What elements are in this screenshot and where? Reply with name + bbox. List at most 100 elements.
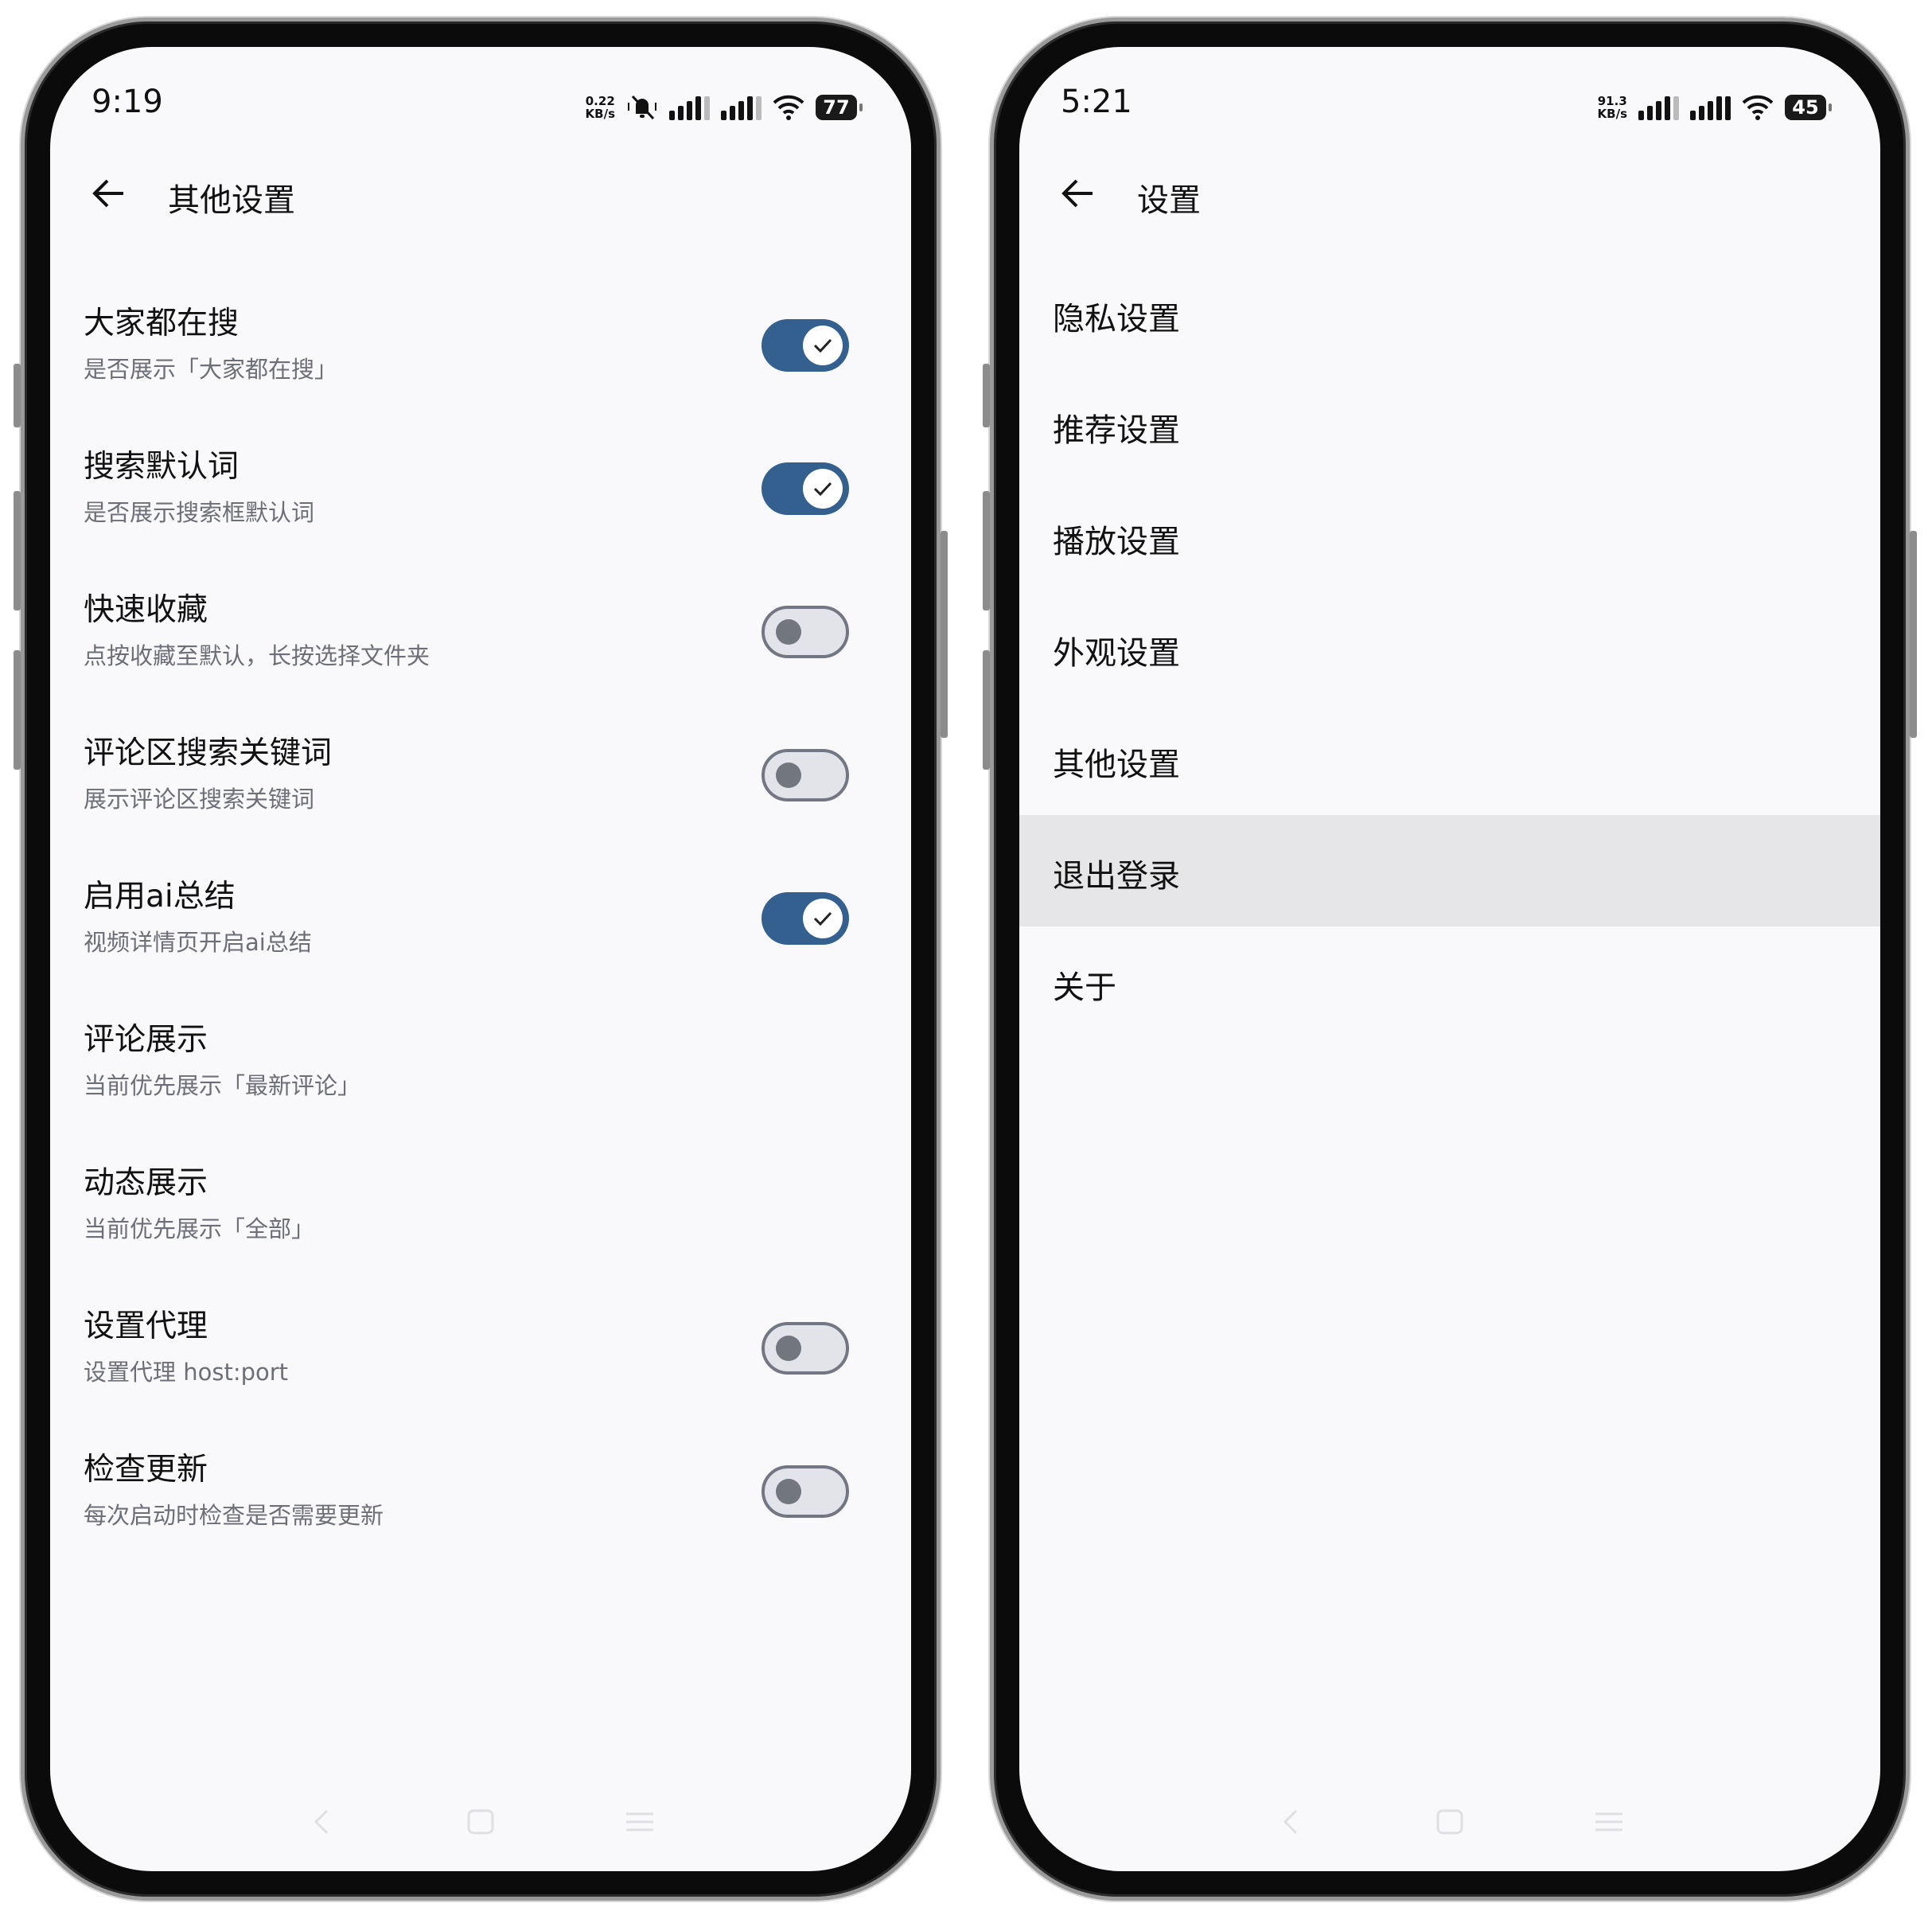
toggle-knob bbox=[803, 469, 843, 509]
setting-row-comment-display[interactable]: 评论展示 当前优先展示「最新评论」 bbox=[50, 991, 911, 1134]
net-speed: 0.22 KB/s bbox=[585, 94, 615, 121]
toggle-switch[interactable] bbox=[762, 462, 849, 515]
menu-item-about[interactable]: 关于 bbox=[1019, 926, 1880, 1038]
setting-subtitle: 当前优先展示「全部」 bbox=[84, 1215, 315, 1242]
nav-menu-icon[interactable] bbox=[620, 1806, 660, 1838]
page-title: 设置 bbox=[1137, 182, 1201, 219]
setting-title: 大家都在搜 bbox=[84, 306, 240, 341]
menu-item-other[interactable]: 其他设置 bbox=[1019, 704, 1880, 815]
setting-row-dynamic-display[interactable]: 动态展示 当前优先展示「全部」 bbox=[50, 1134, 911, 1277]
signal-icon bbox=[721, 95, 762, 120]
setting-subtitle: 视频详情页开启ai总结 bbox=[84, 929, 312, 956]
status-icons: 0.22 KB/s 77 bbox=[585, 92, 863, 123]
screen-settings: 5:21 91.3 KB/s 45 设置 隐私设置 推荐设置 播放设置 外观设置… bbox=[1019, 47, 1880, 1871]
menu-item-privacy[interactable]: 隐私设置 bbox=[1019, 258, 1880, 369]
side-button bbox=[14, 364, 21, 427]
setting-title: 检查更新 bbox=[84, 1452, 208, 1488]
setting-title: 设置代理 bbox=[84, 1308, 208, 1344]
setting-subtitle: 是否展示搜索框默认词 bbox=[84, 499, 315, 526]
toggle-switch[interactable] bbox=[762, 1465, 849, 1518]
setting-subtitle: 展示评论区搜索关键词 bbox=[84, 786, 315, 813]
toggle-knob bbox=[776, 619, 801, 645]
menu-label: 隐私设置 bbox=[1053, 301, 1180, 337]
navigation-bar bbox=[1019, 1798, 1880, 1846]
side-button bbox=[14, 491, 21, 610]
side-button bbox=[983, 491, 990, 610]
menu-label: 其他设置 bbox=[1053, 747, 1180, 783]
menu-label: 退出登录 bbox=[1053, 858, 1180, 895]
bell-mute-icon bbox=[626, 93, 658, 122]
setting-title: 快速收藏 bbox=[84, 592, 208, 628]
status-time: 5:21 bbox=[1061, 84, 1132, 120]
signal-icon bbox=[1638, 95, 1679, 120]
back-arrow-icon[interactable] bbox=[88, 173, 130, 214]
settings-list: 大家都在搜 是否展示「大家都在搜」 搜索默认词 是否展示搜索框默认词 快速收藏 … bbox=[50, 275, 911, 1564]
side-button bbox=[983, 650, 990, 770]
nav-back-icon[interactable] bbox=[302, 1806, 341, 1838]
status-bar: 9:19 0.22 KB/s 77 bbox=[50, 47, 911, 135]
status-time: 9:19 bbox=[92, 84, 163, 120]
phone-frame-right: 5:21 91.3 KB/s 45 设置 隐私设置 推荐设置 播放设置 外观设置… bbox=[983, 18, 1917, 1901]
screen-other-settings: 9:19 0.22 KB/s 77 其他设置 大家都在搜 是否展示「大家都在搜」… bbox=[50, 47, 911, 1871]
check-icon bbox=[813, 911, 832, 926]
menu-label: 外观设置 bbox=[1053, 635, 1180, 672]
battery-icon: 77 bbox=[816, 95, 863, 120]
setting-row-proxy[interactable]: 设置代理 设置代理 host:port bbox=[50, 1277, 911, 1421]
status-icons: 91.3 KB/s 45 bbox=[1598, 92, 1832, 123]
toggle-knob bbox=[776, 1479, 801, 1504]
settings-menu: 隐私设置 推荐设置 播放设置 外观设置 其他设置 退出登录 关于 bbox=[1019, 258, 1880, 1038]
wifi-icon bbox=[773, 95, 804, 120]
page-title: 其他设置 bbox=[168, 182, 295, 219]
setting-title: 动态展示 bbox=[84, 1165, 208, 1201]
menu-item-logout[interactable]: 退出登录 bbox=[1019, 815, 1880, 926]
app-bar: 设置 bbox=[1019, 166, 1880, 222]
toggle-knob bbox=[803, 326, 843, 365]
setting-title: 启用ai总结 bbox=[84, 879, 236, 915]
menu-label: 关于 bbox=[1053, 969, 1116, 1006]
setting-title: 搜索默认词 bbox=[84, 449, 240, 485]
setting-subtitle: 是否展示「大家都在搜」 bbox=[84, 356, 338, 383]
check-icon bbox=[813, 338, 832, 353]
setting-subtitle: 设置代理 host:port bbox=[84, 1359, 289, 1386]
toggle-knob bbox=[803, 899, 843, 938]
menu-label: 播放设置 bbox=[1053, 524, 1180, 560]
setting-row-check-update[interactable]: 检查更新 每次启动时检查是否需要更新 bbox=[50, 1421, 911, 1564]
nav-home-icon[interactable] bbox=[1430, 1806, 1470, 1838]
check-icon bbox=[813, 482, 832, 497]
menu-label: 推荐设置 bbox=[1053, 412, 1180, 449]
phone-frame-left: 9:19 0.22 KB/s 77 其他设置 大家都在搜 是否展示「大家都在搜」… bbox=[14, 18, 948, 1901]
toggle-switch[interactable] bbox=[762, 606, 849, 658]
power-button bbox=[1910, 531, 1917, 738]
toggle-switch[interactable] bbox=[762, 319, 849, 372]
signal-icon bbox=[1690, 95, 1731, 120]
setting-row-trending-search[interactable]: 大家都在搜 是否展示「大家都在搜」 bbox=[50, 275, 911, 418]
toggle-knob bbox=[776, 1336, 801, 1361]
setting-row-comment-keywords[interactable]: 评论区搜索关键词 展示评论区搜索关键词 bbox=[50, 704, 911, 848]
toggle-switch[interactable] bbox=[762, 1322, 849, 1375]
back-arrow-icon[interactable] bbox=[1058, 173, 1099, 214]
signal-icon bbox=[669, 95, 710, 120]
setting-row-ai-summary[interactable]: 启用ai总结 视频详情页开启ai总结 bbox=[50, 848, 911, 991]
side-button bbox=[983, 364, 990, 427]
setting-subtitle: 每次启动时检查是否需要更新 bbox=[84, 1502, 384, 1529]
menu-item-playback[interactable]: 播放设置 bbox=[1019, 481, 1880, 592]
menu-item-appearance[interactable]: 外观设置 bbox=[1019, 592, 1880, 704]
nav-menu-icon[interactable] bbox=[1589, 1806, 1629, 1838]
menu-item-recommendation[interactable]: 推荐设置 bbox=[1019, 369, 1880, 481]
nav-back-icon[interactable] bbox=[1271, 1806, 1311, 1838]
status-bar: 5:21 91.3 KB/s 45 bbox=[1019, 47, 1880, 135]
power-button bbox=[941, 531, 948, 738]
navigation-bar bbox=[50, 1798, 911, 1846]
toggle-switch[interactable] bbox=[762, 749, 849, 801]
nav-home-icon[interactable] bbox=[461, 1806, 501, 1838]
toggle-switch[interactable] bbox=[762, 892, 849, 945]
toggle-knob bbox=[776, 762, 801, 788]
side-button bbox=[14, 650, 21, 770]
setting-row-quick-favorite[interactable]: 快速收藏 点按收藏至默认，长按选择文件夹 bbox=[50, 561, 911, 704]
setting-row-default-search-word[interactable]: 搜索默认词 是否展示搜索框默认词 bbox=[50, 418, 911, 561]
setting-title: 评论区搜索关键词 bbox=[84, 735, 333, 771]
wifi-icon bbox=[1742, 95, 1774, 120]
app-bar: 其他设置 bbox=[50, 166, 911, 222]
battery-icon: 45 bbox=[1785, 95, 1832, 120]
setting-title: 评论展示 bbox=[84, 1022, 208, 1058]
